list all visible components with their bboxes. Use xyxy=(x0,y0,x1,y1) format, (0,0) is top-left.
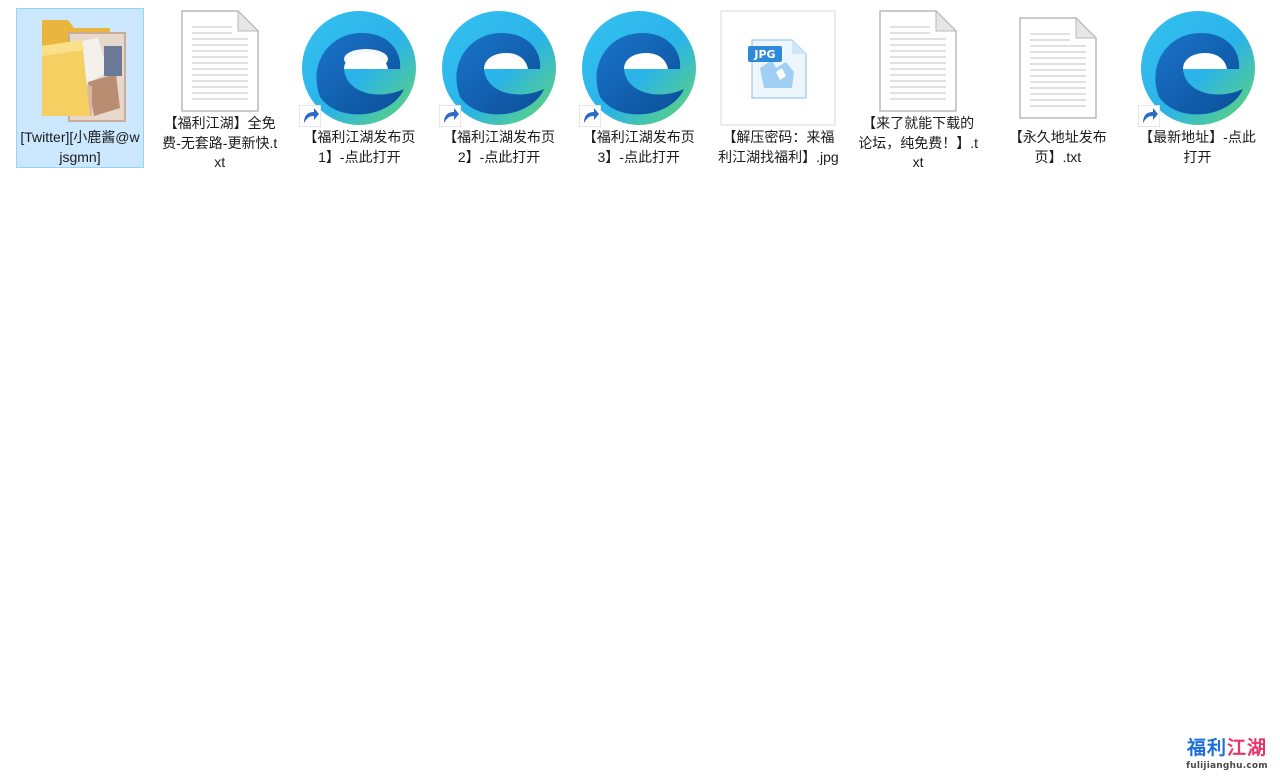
shortcut-arrow-icon xyxy=(299,105,322,127)
file-item-shortcut[interactable]: 【最新地址】-点此打开 xyxy=(1134,8,1262,168)
watermark-title-part2: 江湖 xyxy=(1227,737,1268,759)
text-file-icon xyxy=(998,9,1118,127)
file-item-folder[interactable]: [Twitter][小鹿酱@wjsgmn] xyxy=(16,8,144,168)
edge-shortcut-icon xyxy=(1137,9,1258,127)
text-file-icon xyxy=(160,9,280,113)
folder-icon xyxy=(20,9,140,127)
file-item-label: 【福利江湖发布页3】-点此打开 xyxy=(582,129,695,165)
file-item-shortcut[interactable]: 【福利江湖发布页3】-点此打开 xyxy=(575,8,703,168)
file-item-shortcut[interactable]: 【福利江湖发布页1】-点此打开 xyxy=(295,8,423,168)
watermark-url: fulijianghu.com xyxy=(1186,761,1268,771)
file-item-label: 【解压密码：来福利江湖找福利】.jpg xyxy=(718,129,839,165)
file-item-text[interactable]: 【永久地址发布页】.txt xyxy=(994,8,1122,168)
file-item-text[interactable]: 【来了就能下载的论坛，纯免费！】.txt xyxy=(854,8,982,170)
file-grid: [Twitter][小鹿酱@wjsgmn] 【福利江湖】全免费-无套路-更新快.… xyxy=(16,8,1273,170)
watermark-title: 福利江湖 xyxy=(1184,736,1270,760)
file-item-label: [Twitter][小鹿酱@wjsgmn] xyxy=(20,129,140,165)
file-item-label: 【永久地址发布页】.txt xyxy=(1008,129,1107,165)
file-item-label: 【福利江湖】全免费-无套路-更新快.txt xyxy=(162,115,278,170)
shortcut-arrow-icon xyxy=(1137,105,1160,127)
text-file-icon xyxy=(858,9,978,113)
edge-shortcut-icon xyxy=(578,9,699,127)
file-item-label: 【最新地址】-点此打开 xyxy=(1139,129,1256,165)
shortcut-arrow-icon xyxy=(578,105,601,127)
watermark-logo: 福利江湖 fulijianghu.com xyxy=(1184,736,1270,776)
file-item-label: 【来了就能下载的论坛，纯免费！】.txt xyxy=(858,115,979,170)
file-explorer-view: [Twitter][小鹿酱@wjsgmn] 【福利江湖】全免费-无套路-更新快.… xyxy=(0,0,1280,784)
file-item-image[interactable]: JPG 【解压密码：来福利江湖找福利】.jpg xyxy=(714,8,842,168)
jpg-file-icon: JPG xyxy=(718,9,838,127)
jpg-badge-text: JPG xyxy=(754,48,776,61)
edge-shortcut-icon xyxy=(439,9,559,127)
shortcut-arrow-icon xyxy=(439,105,462,127)
file-item-label: 【福利江湖发布页1】-点此打开 xyxy=(303,129,416,165)
edge-shortcut-icon xyxy=(299,9,419,127)
file-item-shortcut[interactable]: 【福利江湖发布页2】-点此打开 xyxy=(435,8,563,168)
file-item-text[interactable]: 【福利江湖】全免费-无套路-更新快.txt xyxy=(156,8,284,170)
watermark-title-part1: 福利 xyxy=(1186,737,1227,759)
file-item-label: 【福利江湖发布页2】-点此打开 xyxy=(443,129,556,165)
